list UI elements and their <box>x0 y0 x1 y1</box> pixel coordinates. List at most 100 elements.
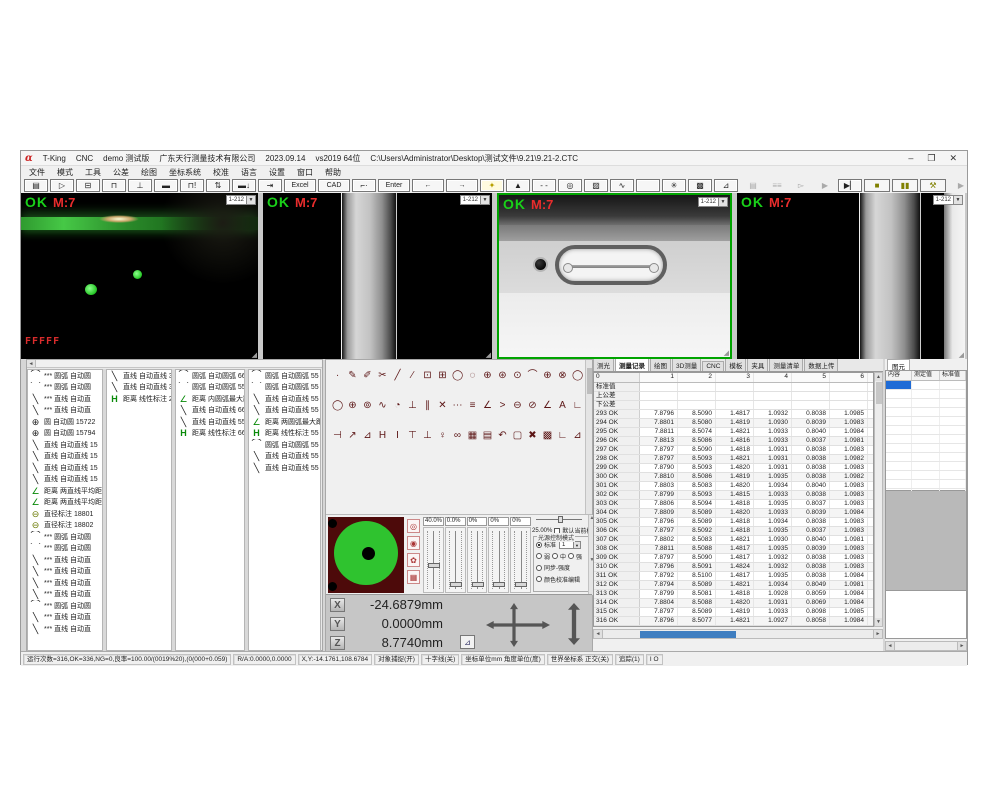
toolbar-excel-export-button[interactable]: Excel <box>284 179 316 192</box>
measurement-row[interactable]: 311 OK7.87928.51001.48171.09350.80381.09… <box>594 572 873 581</box>
palette-icon-r2-14[interactable]: ⊘ <box>527 400 538 412</box>
measurement-row[interactable]: 312 OK7.87948.50891.48211.09340.80491.09… <box>594 581 873 590</box>
measurement-row[interactable]: 295 OK7.88118.50741.48211.09330.80401.09… <box>594 428 873 437</box>
maximize-button[interactable]: ❐ <box>927 153 935 164</box>
feature-item[interactable]: ╲直线 自动直线 66 <box>176 405 244 417</box>
element-row[interactable] <box>886 480 966 489</box>
feature-item[interactable]: ╲*** 直线 自动直 <box>28 623 102 635</box>
measurement-row[interactable]: 305 OK7.87968.50891.48181.09340.80381.09… <box>594 518 873 527</box>
camera-view-2[interactable]: OK M:7 1-212▼ ◢ <box>263 193 492 359</box>
feature-item[interactable]: ╲直线 自动直线 55 <box>249 393 320 405</box>
feature-item[interactable]: ⌒*** 圆弧 自动圆 <box>28 531 102 543</box>
measurement-row[interactable]: 307 OK7.88028.50831.48211.09300.80401.09… <box>594 536 873 545</box>
camera1-selector[interactable]: 1-212▼ <box>226 195 256 205</box>
camera-view-1[interactable]: OK M:7 1-212▼ FFFFF ◢ <box>21 193 258 359</box>
toolbar-arrow-back-button[interactable]: ← <box>412 179 444 192</box>
element-row[interactable] <box>886 462 966 471</box>
feature-item[interactable]: ╲直线 自动直线 15 <box>28 451 102 463</box>
tab-8[interactable]: 测量清单 <box>769 359 803 371</box>
radio-icon[interactable] <box>536 542 542 548</box>
measurement-row[interactable]: 303 OK7.88068.50941.48181.09350.80371.09… <box>594 500 873 509</box>
light-slider-4[interactable]: 0% <box>488 517 509 593</box>
menu-item-2[interactable]: 模式 <box>57 167 73 178</box>
feature-item[interactable]: H距离 线性标注 66 <box>176 428 244 440</box>
zoom-slider[interactable] <box>536 519 582 520</box>
feature-item[interactable]: ⌒圆弧 自动圆弧 55 <box>176 382 244 394</box>
palette-icon-r3-14[interactable]: ✖ <box>527 430 538 442</box>
palette-icon-r3-17[interactable]: ⊿ <box>572 430 583 442</box>
palette-icon-r1-14[interactable]: ⌒ <box>527 370 538 382</box>
feature-item[interactable]: ⌒圆弧 自动圆弧 55 <box>249 439 320 451</box>
feature-item[interactable]: H距离 线性标注 24 <box>107 393 171 405</box>
feature-item[interactable]: ╲直线 自动直线 55 <box>249 405 320 417</box>
scroll-right-icon[interactable]: ► <box>957 642 966 650</box>
minimize-button[interactable]: – <box>908 153 913 164</box>
toolbar-cad-export-button[interactable]: CAD <box>318 179 350 192</box>
toolbar-arrow-forward-button[interactable]: → <box>446 179 478 192</box>
toolbar-dither-button[interactable]: ▩ <box>688 179 712 192</box>
feature-item[interactable]: ⊕圆 自动圆 15722 <box>28 416 102 428</box>
tab-4[interactable]: 3D测量 <box>672 359 701 371</box>
tab-5[interactable]: CNC <box>702 361 724 371</box>
palette-icon-r1-15[interactable]: ⊕ <box>542 370 553 382</box>
palette-icon-r2-7[interactable]: ∥ <box>422 400 433 412</box>
tolerance-row[interactable]: 标准值 <box>594 383 873 392</box>
measurement-row[interactable]: 316 OK7.87968.50771.48211.09270.80581.09… <box>594 617 873 626</box>
toolbar-probe-alert-button[interactable]: ⊓! <box>180 179 204 192</box>
scroll-left-icon[interactable]: ◄ <box>886 642 895 650</box>
element-row[interactable] <box>886 408 966 417</box>
feature-item[interactable]: ∠距离 两直线平均距 <box>28 485 102 497</box>
z-jog-arrows[interactable] <box>568 603 580 645</box>
element-row[interactable] <box>886 399 966 408</box>
feature-item[interactable]: ╲直线 自动直线 34 <box>107 370 171 382</box>
feature-item[interactable]: ⌒*** 圆弧 自动圆 <box>28 600 102 612</box>
grid-vscrollbar[interactable]: ▲▼ <box>874 372 883 627</box>
feature-item[interactable]: ╲直线 自动直线 34 <box>107 382 171 394</box>
toolbar-open-view-button[interactable]: ▷ <box>50 179 74 192</box>
radio-icon[interactable] <box>552 553 558 559</box>
feature-item[interactable]: ⌒圆弧 自动圆弧 55 <box>249 370 320 382</box>
light-slider-1[interactable]: 40.0% <box>423 517 444 593</box>
palette-icon-r3-15[interactable]: ▩ <box>542 430 553 442</box>
feature-item[interactable]: ╲直线 自动直线 15 <box>28 439 102 451</box>
feature-item[interactable]: ╲直线 自动直线 15 <box>28 474 102 486</box>
feature-item[interactable]: ⌒*** 圆弧 自动圆 <box>28 370 102 382</box>
feature-item[interactable]: ╲直线 自动直线 55 <box>249 451 320 463</box>
palette-icon-r2-9[interactable]: ⋯ <box>452 400 463 412</box>
palette-icon-r2-13[interactable]: ⊖ <box>512 400 523 412</box>
palette-icon-r2-15[interactable]: ∠ <box>542 400 553 412</box>
camera-view-4[interactable]: OK M:7 1-212▼ ◢ <box>737 193 965 359</box>
close-button[interactable]: ✕ <box>949 153 957 164</box>
toolbar-stage-drop-button[interactable]: ▬↓ <box>232 179 256 192</box>
menu-item-10[interactable]: 窗口 <box>297 167 313 178</box>
palette-icon-r2-3[interactable]: ⊚ <box>362 400 373 412</box>
light-source-icon-4[interactable]: ▦ <box>407 570 420 584</box>
measurement-row[interactable]: 301 OK7.88038.50831.48201.09340.80401.09… <box>594 482 873 491</box>
palette-icon-r2-2[interactable]: ⊕ <box>347 400 358 412</box>
slope-tool-button[interactable]: ⊿ <box>460 635 475 649</box>
menu-item-6[interactable]: 坐标系统 <box>169 167 201 178</box>
palette-icon-r3-4[interactable]: Η <box>377 430 388 442</box>
selected-cell[interactable] <box>886 381 912 389</box>
toolbar-enter-button[interactable]: Enter <box>378 179 410 192</box>
measurement-row[interactable]: 313 OK7.87998.50811.48181.09280.80591.09… <box>594 590 873 599</box>
feature-item[interactable]: ╲*** 直线 自动直 <box>28 612 102 624</box>
palette-icon-r3-2[interactable]: ↗ <box>347 430 358 442</box>
palette-icon-r3-3[interactable]: ⊿ <box>362 430 373 442</box>
feature-item[interactable]: ⌒圆弧 自动圆弧 66 <box>176 370 244 382</box>
resize-grip-icon[interactable]: ◢ <box>959 351 964 359</box>
element-row[interactable] <box>886 444 966 453</box>
palette-icon-r3-8[interactable]: ♀ <box>437 430 448 442</box>
light-source-icon-2[interactable]: ◉ <box>407 536 420 550</box>
toolbar-magnifier-button[interactable]: ◎ <box>558 179 582 192</box>
menu-item-1[interactable]: 文件 <box>29 167 45 178</box>
measurement-row[interactable]: 296 OK7.88138.50861.48161.09330.80371.09… <box>594 437 873 446</box>
palette-icon-r1-2[interactable]: ✎ <box>347 370 358 382</box>
palette-icon-r1-12[interactable]: ⊛ <box>497 370 508 382</box>
scroll-left-icon[interactable]: ◄ <box>594 630 603 638</box>
toolbar-minus-minus-button[interactable]: - - <box>532 179 556 192</box>
toolbar-run-button[interactable]: ⚒ <box>920 179 946 192</box>
palette-icon-r2-10[interactable]: ≡ <box>467 400 478 412</box>
slider-thumb[interactable] <box>515 582 527 587</box>
slider-thumb[interactable] <box>493 582 505 587</box>
